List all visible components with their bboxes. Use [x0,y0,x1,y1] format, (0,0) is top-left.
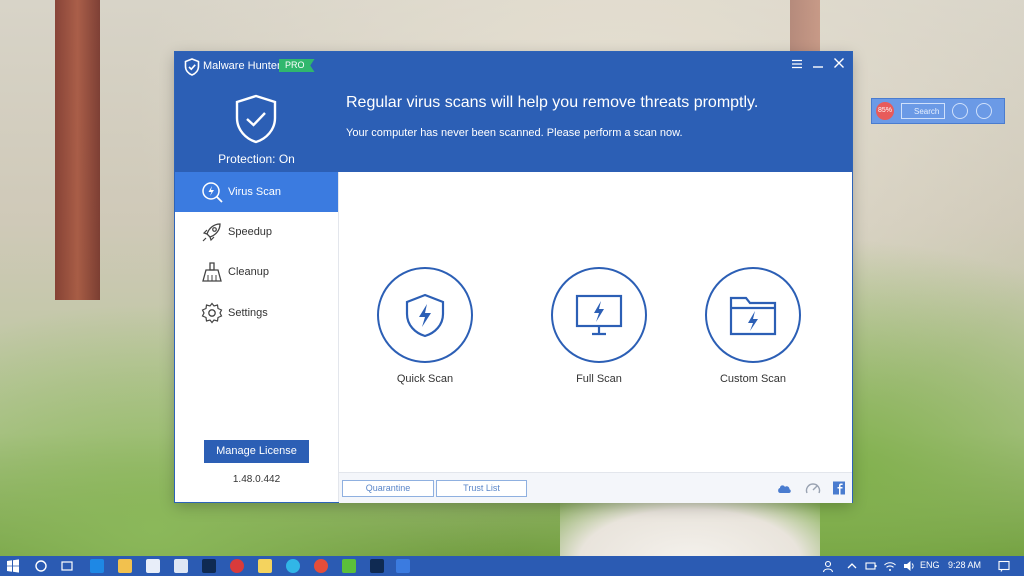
app-logo-icon [184,58,200,76]
close-icon [834,58,844,68]
store-icon[interactable] [146,559,160,573]
chrome-icon[interactable] [314,559,328,573]
wallpaper-pillar [55,0,100,300]
sidebar-item-virus-scan[interactable]: Virus Scan [175,172,338,212]
windows-start-icon[interactable] [6,559,20,573]
memory-percent-badge[interactable]: 85% [876,102,894,120]
floating-widget[interactable]: 85% Search [871,98,1005,124]
protection-status: Protection: On [218,152,295,166]
version-label: 1.48.0.442 [232,474,281,485]
photoshop-icon[interactable] [202,559,216,573]
full-scan-button[interactable]: Full Scan [539,267,659,385]
widget-search-box[interactable]: Search [901,103,945,119]
skype-icon[interactable] [286,559,300,573]
app-header: Malware Hunter PRO Protection: On Regula… [175,52,852,172]
quick-scan-button[interactable]: Quick Scan [365,267,485,385]
trust-list-button[interactable]: Trust List [436,480,527,497]
photoshop-icon-2[interactable] [370,559,384,573]
sidebar-item-cleanup[interactable]: Cleanup [175,252,338,292]
minimize-button[interactable] [809,56,827,74]
shield-bolt-icon [405,293,445,338]
file-explorer-icon[interactable] [118,559,132,573]
sidebar-item-label: Virus Scan [228,186,281,198]
battery-icon[interactable] [864,559,878,573]
protection-shield-icon [235,94,277,144]
gear-icon [201,302,223,324]
taskbar: ENG 9:28 AM [0,556,1024,576]
scan-label: Quick Scan [396,373,454,385]
close-button[interactable] [830,56,848,74]
wallpaper-figure [560,500,820,556]
people-icon[interactable] [822,559,836,573]
sidebar: Virus Scan Speedup Cleanup Settings Mana… [175,172,339,502]
quarantine-button[interactable]: Quarantine [342,480,434,497]
scan-label: Full Scan [576,373,622,385]
action-center-icon[interactable] [997,559,1011,573]
scan-label: Custom Scan [719,373,787,385]
scan-panel: Quick Scan Full Scan Custom Scan [339,172,852,472]
chevron-up-icon[interactable] [845,559,859,573]
app-title: Malware Hunter [203,60,281,72]
facebook-icon[interactable] [831,481,847,495]
grid-icon[interactable] [952,103,968,119]
virus-scan-icon [202,182,223,203]
opera-icon[interactable] [230,559,244,573]
mail-icon[interactable] [174,559,188,573]
green-app-icon[interactable] [342,559,356,573]
speedometer-icon[interactable] [805,481,821,495]
app-window: Malware Hunter PRO Protection: On Regula… [175,52,852,503]
sidebar-item-speedup[interactable]: Speedup [175,212,338,252]
menu-button[interactable] [788,56,806,74]
tools-icon[interactable] [976,103,992,119]
hamburger-icon [792,59,802,69]
malware-hunter-taskbar-icon[interactable] [396,559,410,573]
rocket-icon [202,223,221,242]
wifi-icon[interactable] [883,559,897,573]
clock[interactable]: 9:28 AM [948,560,981,570]
page-headline: Regular virus scans will help you remove… [346,94,759,111]
volume-icon[interactable] [902,559,916,573]
cloud-icon[interactable] [776,481,792,495]
custom-scan-circle [705,267,801,363]
footer-bar: Quarantine Trust List [339,472,852,503]
custom-scan-button[interactable]: Custom Scan [693,267,813,385]
edge-icon[interactable] [90,559,104,573]
language-indicator[interactable]: ENG [920,560,940,570]
full-scan-circle [551,267,647,363]
task-view-icon[interactable] [60,559,74,573]
page-subline: Your computer has never been scanned. Pl… [346,127,683,139]
sidebar-item-settings[interactable]: Settings [175,293,338,333]
widget-search-label: Search [914,107,940,116]
sidebar-item-label: Cleanup [228,266,269,278]
cortana-icon[interactable] [34,559,48,573]
folder-bolt-icon [729,296,777,336]
sticky-notes-icon[interactable] [258,559,272,573]
minimize-icon [813,66,823,68]
pro-badge: PRO [279,59,315,72]
sidebar-item-label: Settings [228,307,268,319]
sidebar-item-label: Speedup [228,226,273,238]
broom-icon [202,262,222,282]
monitor-bolt-icon [575,294,623,336]
manage-license-button[interactable]: Manage License [204,440,309,463]
quick-scan-circle [377,267,473,363]
